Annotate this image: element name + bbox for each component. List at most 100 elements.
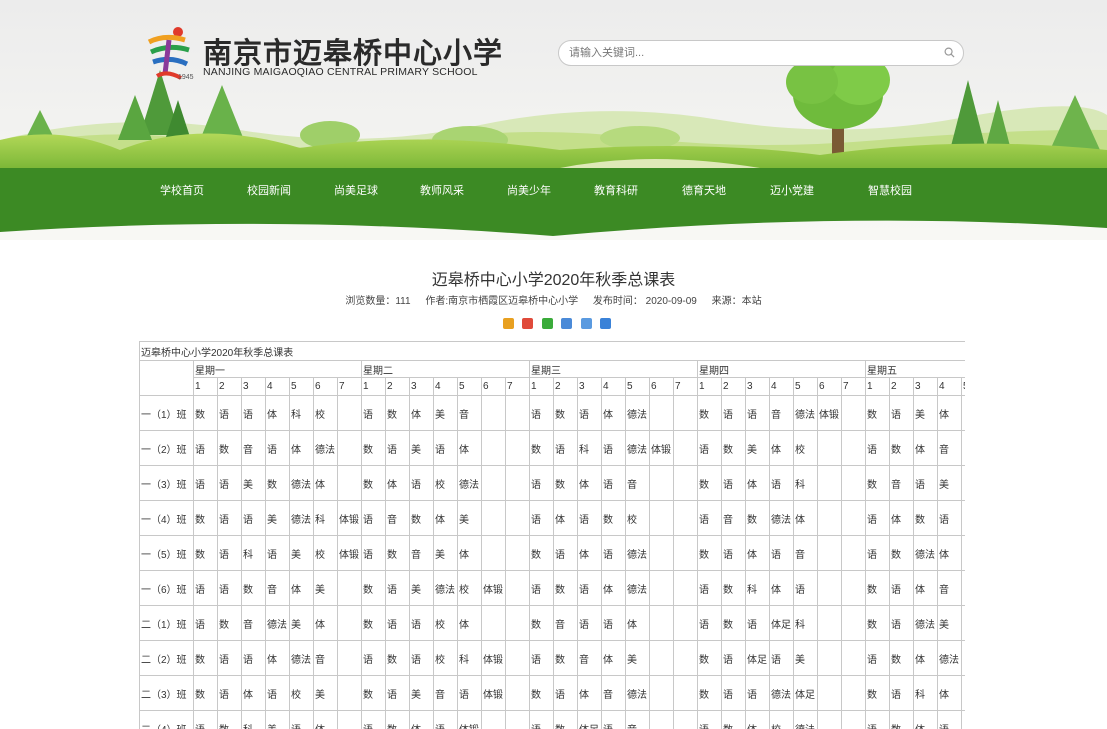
search-input[interactable] [569,45,929,61]
lesson-cell: 语 [529,500,554,536]
lesson-cell [481,500,506,536]
lesson-cell: 语 [385,430,410,466]
lesson-cell [841,395,866,431]
lesson-cell: 体 [745,535,770,571]
lesson-cell: 美 [313,675,338,711]
period-header: 3 [913,377,938,396]
lesson-cell [505,570,530,606]
class-name-cell: 一（6）班 [139,570,194,606]
lesson-cell [505,465,530,501]
wechat-icon[interactable] [541,318,553,329]
lesson-cell [817,570,842,606]
nav-item-smart-campus[interactable]: 智慧校园 [868,182,912,198]
lesson-cell: 语 [769,465,794,501]
lesson-cell: 德法 [289,500,314,536]
article-meta: 浏览数量：111 作者:南京市栖霞区迈皋桥中心小学 发布时间： 2020-09-… [0,292,1107,307]
lesson-cell: 语 [241,500,266,536]
period-header: 4 [769,377,794,396]
lesson-cell: 数 [697,465,722,501]
lesson-cell: 体 [745,710,770,729]
nav-item-research[interactable]: 教育科研 [594,182,638,198]
header-banner: 1945 南京市迈皋桥中心小学 NANJING MAIGAOQIAO CENTR… [0,0,1107,240]
nav-item-teachers[interactable]: 教师风采 [420,182,464,198]
lesson-cell: 数 [913,500,938,536]
qzone-icon[interactable] [503,318,514,329]
nav-item-party[interactable]: 迈小党建 [770,182,814,198]
table-row: 一（1）班数语语体科校语数体美音语数语体德法数语语音德法 体锻数语美体 [139,395,965,431]
nav-item-home[interactable]: 学校首页 [160,182,204,198]
lesson-cell: 体足 [769,605,794,641]
more-share-icon[interactable] [600,318,612,329]
lesson-cell: 美 [241,465,266,501]
lesson-cell: 语 [865,640,890,676]
lesson-cell: 语 [265,430,290,466]
nav-item-football[interactable]: 尚美足球 [334,182,378,198]
lesson-cell: 德法 [625,395,650,431]
lesson-cell: 数 [865,605,890,641]
period-header: 6 [817,377,842,396]
table-row: 一（5）班数语科语美校体锻语数音美体数语体语德法数语体语音语数德法体 [139,535,965,571]
lesson-cell [337,605,362,641]
lesson-cell: 数 [553,640,578,676]
lesson-cell [337,675,362,711]
lesson-cell: 德法 [769,500,794,536]
lesson-cell: 语 [577,395,602,431]
lesson-cell: 体 [313,605,338,641]
share-bar [503,318,615,330]
lesson-cell: 数 [553,465,578,501]
lesson-cell: 音 [385,500,410,536]
nav-item-students[interactable]: 尚美少年 [507,182,551,198]
lesson-cell: 数 [265,465,290,501]
lesson-cell [649,640,674,676]
table-row: 一（6）班语语数音体美数语美德法校体锻语数语体德法语数科体语数语体音 [139,570,965,606]
search-icon[interactable] [944,47,955,58]
nav-item-campus-news[interactable]: 校园新闻 [247,182,291,198]
lesson-cell: 校 [625,500,650,536]
lesson-cell: 科 [577,430,602,466]
class-name-cell: 一（1）班 [139,395,194,431]
lesson-cell: 语 [265,535,290,571]
weibo-icon[interactable] [522,318,534,329]
lesson-cell: 体 [937,395,962,431]
lesson-cell: 语 [913,465,938,501]
lesson-cell: 语 [193,605,218,641]
lesson-cell: 数 [217,710,242,729]
lesson-cell: 校 [313,535,338,571]
timetable-caption: 迈皋桥中心小学2020年秋季总课表 [139,341,965,361]
lesson-cell: 数 [193,395,218,431]
lesson-cell: 体 [601,640,626,676]
lesson-cell [337,465,362,501]
lesson-cell [337,710,362,729]
period-header: 4 [265,377,290,396]
lesson-cell [481,465,506,501]
period-header: 2 [553,377,578,396]
lesson-cell: 德法 [625,570,650,606]
lesson-cell: 语 [217,570,242,606]
lesson-cell: 体 [769,570,794,606]
lesson-cell [817,710,842,729]
lesson-cell: 美 [913,395,938,431]
lesson-cell [505,710,530,729]
period-header: 5 [289,377,314,396]
lesson-cell [505,535,530,571]
email-icon[interactable] [561,318,573,329]
lesson-cell: 语 [721,675,746,711]
lesson-cell: 语 [241,395,266,431]
lesson-cell: 语 [601,710,626,729]
class-name-cell: 二（2）班 [139,640,194,676]
school-logo[interactable]: 1945 南京市迈皋桥中心小学 NANJING MAIGAOQIAO CENTR… [145,26,502,88]
lesson-cell: 音 [721,500,746,536]
lesson-cell: 数 [721,570,746,606]
lesson-cell: 语 [937,710,962,729]
lesson-cell: 语 [889,395,914,431]
class-name-cell: 一（4）班 [139,500,194,536]
lesson-cell: 语 [697,570,722,606]
lesson-cell [673,710,698,729]
nav-item-moral-education[interactable]: 德育天地 [682,182,726,198]
lesson-cell: 德法 [313,430,338,466]
print-icon[interactable] [580,318,592,329]
lesson-cell [337,570,362,606]
table-row: 二（3）班数语体语校美数语美音语体锻数语体音德法数语语德法 体足数语科体 [139,675,965,711]
lesson-cell: 体锻 [649,430,674,466]
lesson-cell: 语 [793,570,818,606]
